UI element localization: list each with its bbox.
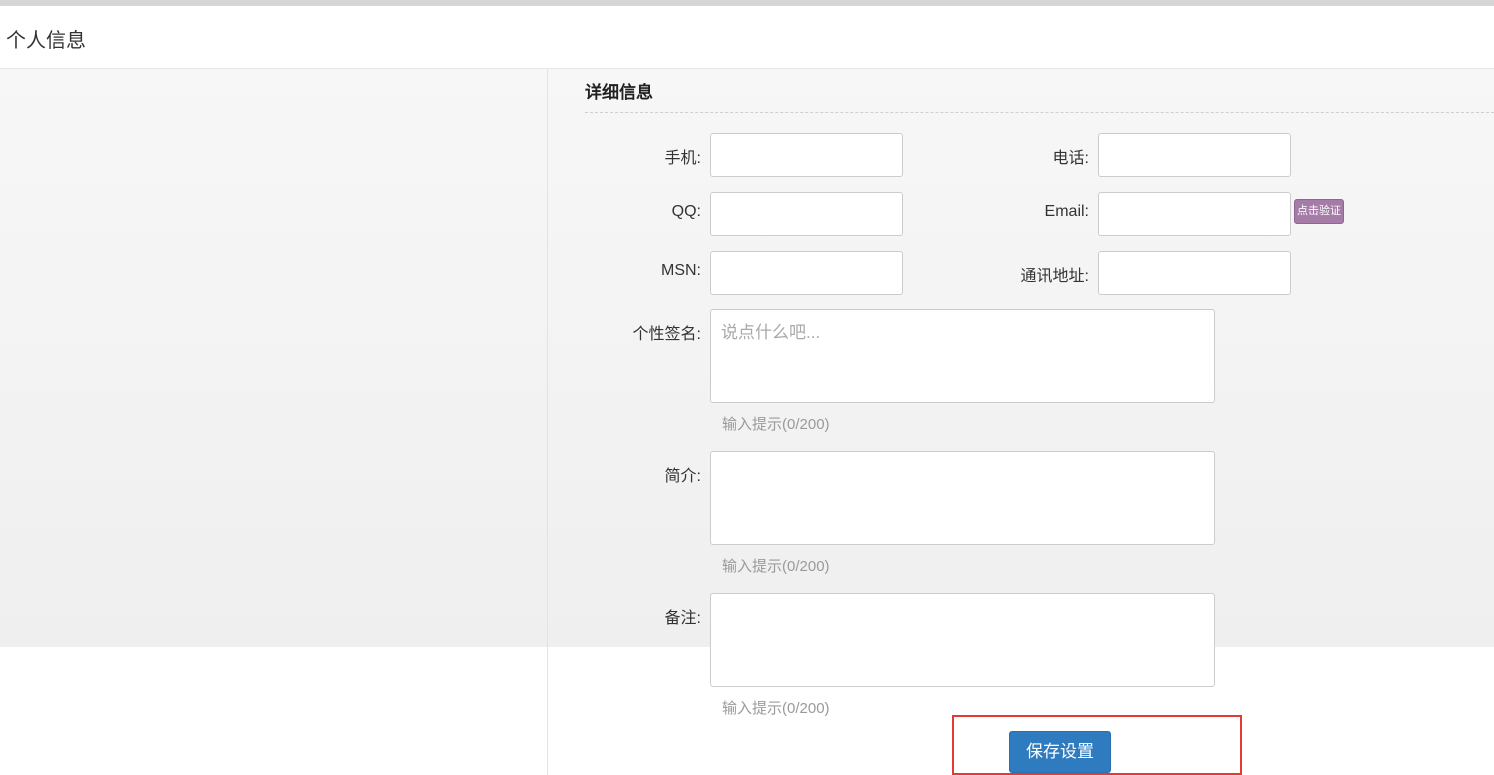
signature-hint: 输入提示(0/200) [722, 416, 830, 433]
signature-label: 个性签名: [632, 326, 701, 343]
remark-label: 备注: [664, 610, 701, 627]
msn-input[interactable] [710, 251, 903, 295]
email-input[interactable] [1098, 192, 1291, 236]
msn-label: MSN: [661, 262, 701, 279]
qq-input[interactable] [710, 192, 903, 236]
mobile-input[interactable] [710, 133, 903, 177]
phone-input[interactable] [1098, 133, 1291, 177]
address-input[interactable] [1098, 251, 1291, 295]
email-verify-button[interactable]: 点击验证 [1294, 199, 1344, 224]
left-panel [0, 69, 547, 647]
mobile-label: 手机: [664, 150, 701, 167]
section-title: 详细信息 [585, 83, 653, 102]
save-settings-button[interactable]: 保存设置 [1009, 731, 1111, 773]
page-title: 个人信息 [6, 30, 86, 52]
intro-textarea[interactable] [710, 451, 1215, 545]
remark-hint: 输入提示(0/200) [722, 700, 830, 717]
section-divider [585, 112, 1494, 113]
intro-hint: 输入提示(0/200) [722, 558, 830, 575]
signature-textarea[interactable] [710, 309, 1215, 403]
qq-label: QQ: [671, 203, 701, 220]
panel-divider [547, 69, 548, 775]
remark-textarea[interactable] [710, 593, 1215, 687]
email-label: Email: [1044, 203, 1089, 220]
phone-label: 电话: [1052, 150, 1089, 167]
top-border-bar [0, 0, 1494, 6]
intro-label: 简介: [664, 468, 701, 485]
address-label: 通讯地址: [1020, 268, 1089, 285]
